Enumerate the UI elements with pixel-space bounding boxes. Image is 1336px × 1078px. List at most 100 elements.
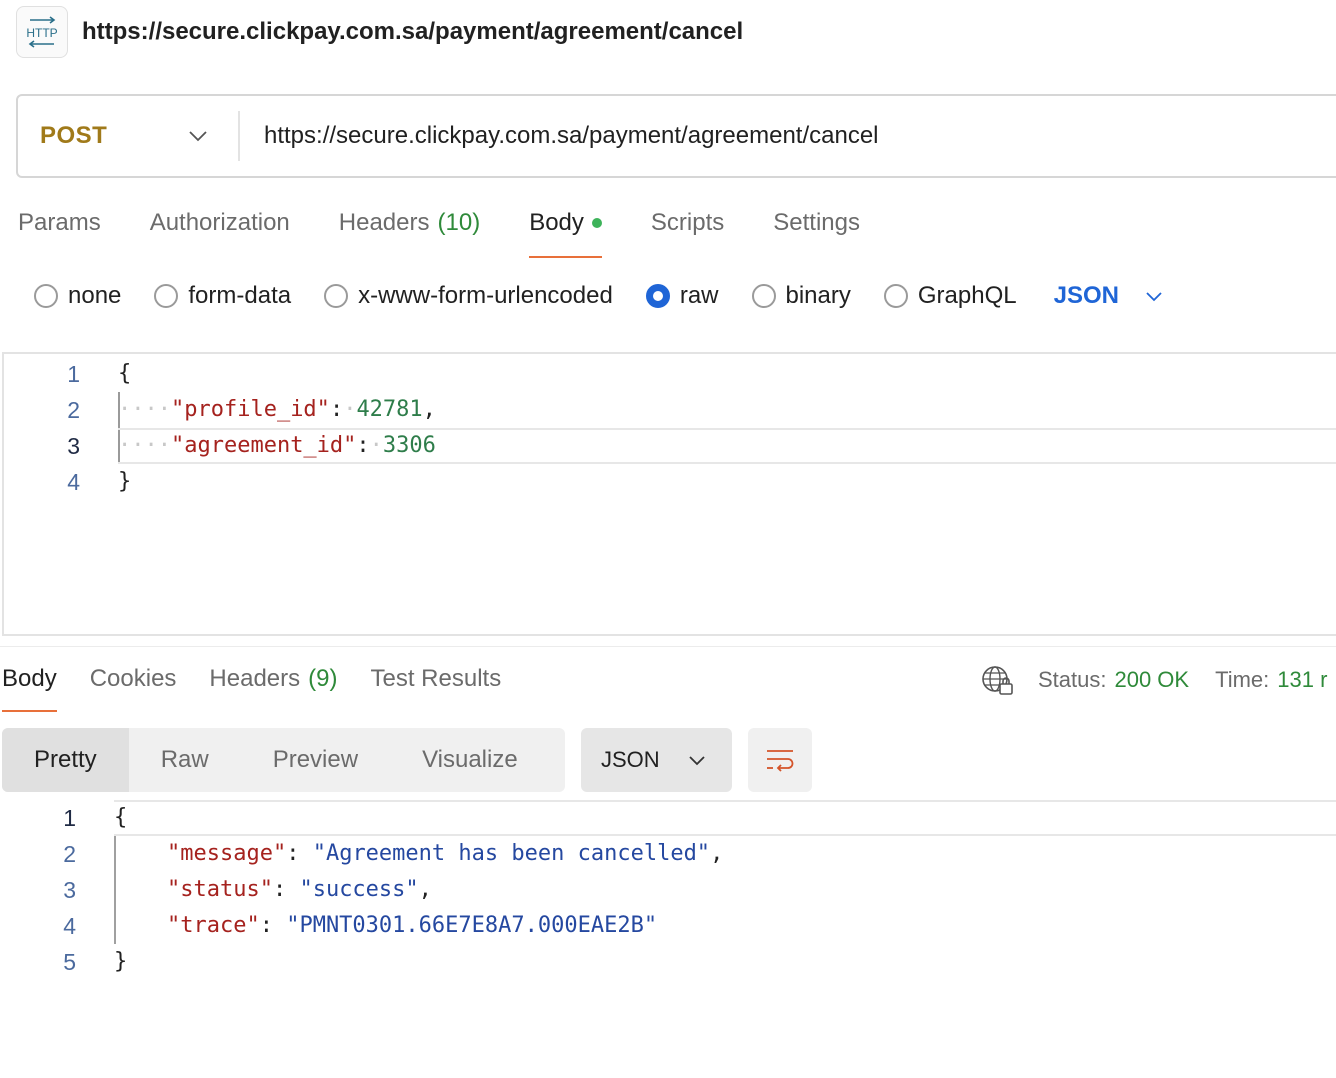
radio-circle-icon <box>883 284 908 308</box>
code-line: 2 ····"profile_id":·42781, <box>4 392 1336 428</box>
tab-authorization[interactable]: Authorization <box>150 200 290 258</box>
response-view-selector: Pretty Raw Preview Visualize <box>2 728 565 792</box>
code-line: 5 } <box>0 944 1336 980</box>
response-tabs: Body Cookies Headers (9) Test Results <box>2 656 534 712</box>
method-dropdown[interactable]: POST <box>18 111 240 161</box>
radio-raw[interactable]: raw <box>645 282 719 310</box>
body-format-label: JSON <box>1053 282 1119 309</box>
json-string: "Agreement has been cancelled" <box>312 841 711 866</box>
code-text: ····"profile_id":·42781, <box>118 397 436 422</box>
tab-test-results[interactable]: Test Results <box>370 656 501 712</box>
url-bar: POST https://secure.clickpay.com.sa/paym… <box>16 94 1336 178</box>
radio-label: x-www-form-urlencoded <box>358 282 613 309</box>
response-format-label: JSON <box>601 747 660 772</box>
tab-scripts-label: Scripts <box>650 209 725 236</box>
line-number: 1 <box>63 805 76 831</box>
current-line-highlight <box>114 800 1336 836</box>
status-value[interactable]: 200 OK <box>1114 667 1189 693</box>
code-line: 4 "trace": "PMNT0301.66E7E8A7.000EAE2B" <box>0 908 1336 944</box>
globe-lock-icon[interactable] <box>980 664 1016 696</box>
code-line: 1 { <box>4 356 1336 392</box>
radio-circle-icon <box>324 284 349 308</box>
line-number: 5 <box>63 949 76 975</box>
view-raw[interactable]: Raw <box>129 728 241 792</box>
url-input[interactable]: https://secure.clickpay.com.sa/payment/a… <box>264 122 879 150</box>
response-status: Status: 200 OK Time: 131 r <box>980 660 1327 700</box>
radio-urlencoded[interactable]: x-www-form-urlencoded <box>324 282 613 310</box>
response-body-viewer[interactable]: 1 { 2 "message": "Agreement has been can… <box>0 800 1336 1000</box>
tab-headers[interactable]: Headers (10) <box>339 200 480 258</box>
radio-checked-icon <box>645 284 670 308</box>
json-key: "status" <box>166 877 273 902</box>
chevron-down-icon <box>689 755 705 765</box>
code-text: "status": "success", <box>166 877 432 902</box>
chevron-down-icon <box>189 131 207 142</box>
request-header: HTTP https://secure.clickpay.com.sa/paym… <box>16 6 743 58</box>
line-number: 3 <box>63 877 76 903</box>
radio-label: none <box>68 282 122 309</box>
radio-circle-icon <box>154 284 179 308</box>
view-preview[interactable]: Preview <box>241 728 390 792</box>
radio-label: raw <box>679 282 719 309</box>
tab-settings[interactable]: Settings <box>773 200 860 258</box>
code-text: ····"agreement_id":·3306 <box>118 433 436 458</box>
radio-form-data[interactable]: form-data <box>154 282 291 310</box>
json-number: 42781 <box>356 397 423 422</box>
request-tabs: Params Authorization Headers (10) Body Sc… <box>18 200 909 258</box>
tab-settings-label: Settings <box>773 209 860 236</box>
line-number: 4 <box>63 913 76 939</box>
code-line: 2 "message": "Agreement has been cancell… <box>0 836 1336 872</box>
json-key: "message" <box>166 841 287 866</box>
tab-headers-label: Headers <box>338 209 430 236</box>
chevron-down-icon <box>1146 291 1162 301</box>
view-pretty[interactable]: Pretty <box>2 728 129 792</box>
json-string: "PMNT0301.66E7E8A7.000EAE2B" <box>286 913 658 938</box>
radio-label: form-data <box>188 282 292 309</box>
tab-response-headers-label: Headers <box>209 665 301 692</box>
body-type-selector: none form-data x-www-form-urlencoded raw… <box>34 276 1163 316</box>
response-headers-count: (9) <box>308 665 338 692</box>
code-text: { <box>118 361 132 386</box>
tab-response-headers[interactable]: Headers (9) <box>209 656 337 712</box>
time-value[interactable]: 131 r <box>1277 667 1327 693</box>
code-text: } <box>118 469 132 494</box>
response-divider <box>0 646 1336 647</box>
body-format-dropdown[interactable]: JSON <box>1054 282 1163 310</box>
radio-circle-icon <box>751 284 776 308</box>
line-number: 2 <box>67 397 80 423</box>
tab-body-label: Body <box>529 209 584 236</box>
tab-scripts[interactable]: Scripts <box>651 200 724 258</box>
line-number: 2 <box>63 841 76 867</box>
tab-cookies[interactable]: Cookies <box>90 656 177 712</box>
response-format-dropdown[interactable]: JSON <box>581 728 732 792</box>
tab-body[interactable]: Body <box>529 200 602 258</box>
headers-count: (10) <box>437 209 481 236</box>
tab-response-body-label: Body <box>2 665 57 692</box>
radio-binary[interactable]: binary <box>751 282 851 310</box>
tab-response-body[interactable]: Body <box>2 656 57 712</box>
request-title[interactable]: https://secure.clickpay.com.sa/payment/a… <box>82 18 743 46</box>
status-label: Status: <box>1038 667 1107 692</box>
tab-authorization-label: Authorization <box>149 209 290 236</box>
line-number: 3 <box>67 433 80 459</box>
code-text: "message": "Agreement has been cancelled… <box>166 841 724 866</box>
tab-params-label: Params <box>18 209 101 236</box>
line-number: 1 <box>67 361 80 387</box>
tab-test-results-label: Test Results <box>370 665 502 692</box>
code-line: 3 "status": "success", <box>0 872 1336 908</box>
radio-graphql[interactable]: GraphQL <box>883 282 1017 310</box>
json-number: 3306 <box>382 433 436 458</box>
wrap-lines-button[interactable] <box>748 728 812 792</box>
code-text: { <box>114 805 128 830</box>
json-string: "success" <box>299 877 419 902</box>
code-line: 4 } <box>4 464 1336 500</box>
code-line-current: 1 { <box>0 800 1336 836</box>
json-key: "profile_id" <box>170 397 330 422</box>
time-label: Time: <box>1215 667 1270 692</box>
request-body-editor[interactable]: 1 { 2 ····"profile_id":·42781, 3 ····"ag… <box>2 352 1336 636</box>
json-key: "trace" <box>166 913 260 938</box>
tab-params[interactable]: Params <box>18 200 101 258</box>
radio-none[interactable]: none <box>34 282 121 310</box>
view-visualize[interactable]: Visualize <box>390 728 550 792</box>
code-text: "trace": "PMNT0301.66E7E8A7.000EAE2B" <box>166 913 658 938</box>
